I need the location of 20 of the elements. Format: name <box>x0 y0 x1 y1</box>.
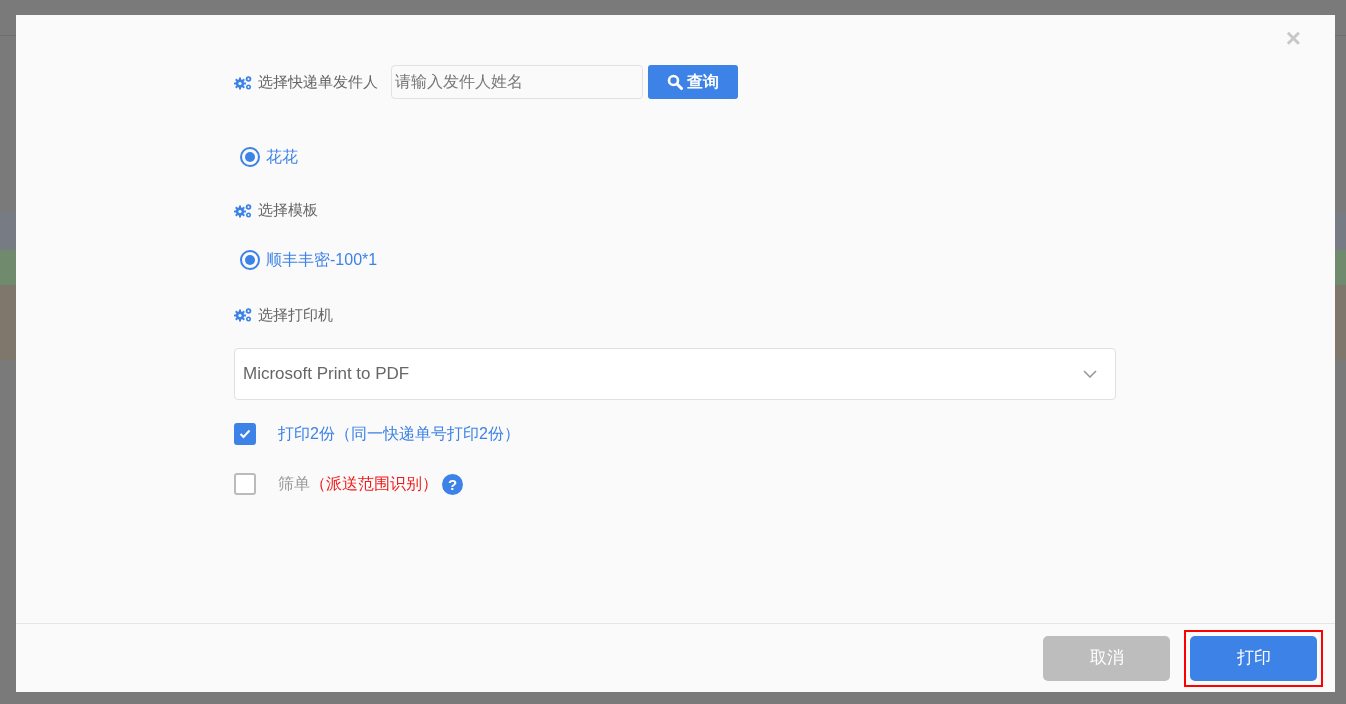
radio-option[interactable]: 花花 <box>240 145 1335 169</box>
gears-icon <box>234 307 253 323</box>
gears-icon <box>234 202 253 218</box>
checkbox[interactable] <box>234 473 256 495</box>
section-label: 选择打印机 <box>258 304 333 325</box>
search-icon <box>667 74 683 90</box>
option-label: 打印2份（同一快递单号打印2份） <box>278 424 520 444</box>
section-label: 选择快递单发件人 <box>258 71 378 92</box>
checkmark-icon <box>239 429 251 439</box>
section-label: 选择模板 <box>258 200 318 220</box>
chevron-down-icon <box>1083 370 1097 378</box>
option-label: 筛单（派送范围识别） <box>278 474 438 494</box>
printer-select[interactable]: Microsoft Print to PDF <box>234 348 1116 400</box>
print-button[interactable]: 打印 <box>1190 635 1317 681</box>
gears-icon <box>234 74 253 90</box>
sender-name-field[interactable]: 请输入发件人姓名 <box>391 65 643 99</box>
radio-option[interactable]: 顺丰丰密-100*1 <box>240 247 1335 272</box>
search-button[interactable]: 查询 <box>648 65 738 99</box>
help-icon[interactable]: ? <box>442 473 463 495</box>
checkbox[interactable] <box>234 423 256 445</box>
